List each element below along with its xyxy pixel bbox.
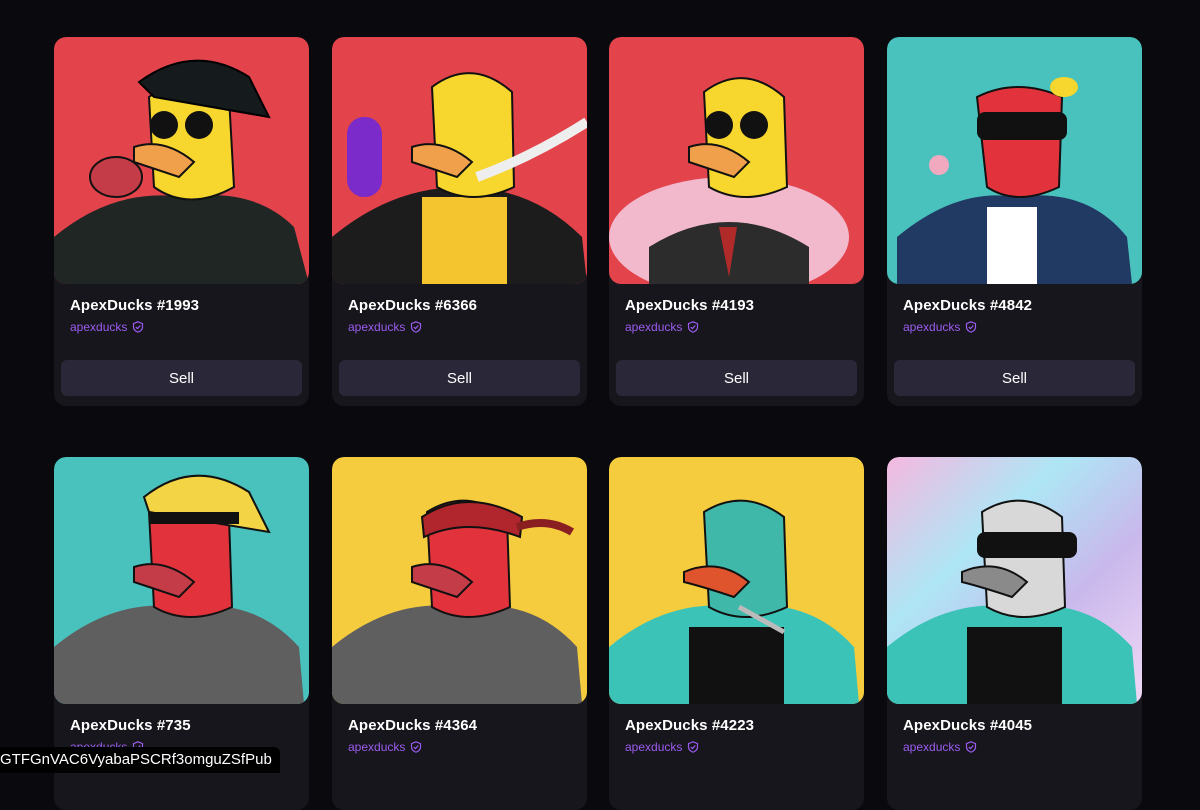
creator-name[interactable]: apexducks bbox=[348, 740, 405, 754]
nft-title[interactable]: ApexDucks #4045 bbox=[903, 717, 1032, 734]
sell-button[interactable]: Sell bbox=[61, 360, 302, 396]
creator-name[interactable]: apexducks bbox=[625, 320, 682, 334]
nft-card[interactable]: ApexDucks #4193 apexducks Sell bbox=[609, 37, 864, 406]
nft-image[interactable] bbox=[887, 457, 1142, 704]
creator-name[interactable]: apexducks bbox=[70, 320, 127, 334]
creator-link[interactable]: apexducks bbox=[625, 740, 699, 754]
creator-name[interactable]: apexducks bbox=[348, 320, 405, 334]
sell-button[interactable]: Sell bbox=[616, 360, 857, 396]
verified-badge-icon bbox=[688, 741, 699, 753]
nft-title[interactable]: ApexDucks #735 bbox=[70, 717, 191, 734]
creator-name[interactable]: apexducks bbox=[625, 740, 682, 754]
nft-image[interactable] bbox=[887, 37, 1142, 284]
verified-badge-icon bbox=[133, 321, 144, 333]
nft-image[interactable] bbox=[332, 37, 587, 284]
address-tooltip: GTFGnVAC6VyabaPSCRf3omguZSfPub bbox=[0, 747, 280, 773]
nft-card[interactable]: ApexDucks #4223 apexducks bbox=[609, 457, 864, 810]
verified-badge-icon bbox=[966, 741, 977, 753]
verified-badge-icon bbox=[411, 741, 422, 753]
nft-title[interactable]: ApexDucks #4364 bbox=[348, 717, 477, 734]
nft-card[interactable]: ApexDucks #6366 apexducks Sell bbox=[332, 37, 587, 406]
nft-image[interactable] bbox=[609, 37, 864, 284]
nft-image[interactable] bbox=[54, 37, 309, 284]
nft-image[interactable] bbox=[332, 457, 587, 704]
nft-card[interactable]: ApexDucks #4364 apexducks bbox=[332, 457, 587, 810]
nft-image[interactable] bbox=[54, 457, 309, 704]
nft-card[interactable]: ApexDucks #4045 apexducks bbox=[887, 457, 1142, 810]
creator-name[interactable]: apexducks bbox=[903, 740, 960, 754]
verified-badge-icon bbox=[966, 321, 977, 333]
creator-link[interactable]: apexducks bbox=[348, 320, 422, 334]
nft-card[interactable]: ApexDucks #4842 apexducks Sell bbox=[887, 37, 1142, 406]
creator-name[interactable]: apexducks bbox=[903, 320, 960, 334]
creator-link[interactable]: apexducks bbox=[903, 740, 977, 754]
nft-title[interactable]: ApexDucks #1993 bbox=[70, 297, 199, 314]
verified-badge-icon bbox=[411, 321, 422, 333]
nft-title[interactable]: ApexDucks #4193 bbox=[625, 297, 754, 314]
verified-badge-icon bbox=[688, 321, 699, 333]
nft-image[interactable] bbox=[609, 457, 864, 704]
creator-link[interactable]: apexducks bbox=[70, 320, 144, 334]
nft-title[interactable]: ApexDucks #4842 bbox=[903, 297, 1032, 314]
nft-title[interactable]: ApexDucks #6366 bbox=[348, 297, 477, 314]
nft-title[interactable]: ApexDucks #4223 bbox=[625, 717, 754, 734]
sell-button[interactable]: Sell bbox=[339, 360, 580, 396]
sell-button[interactable]: Sell bbox=[894, 360, 1135, 396]
creator-link[interactable]: apexducks bbox=[903, 320, 977, 334]
creator-link[interactable]: apexducks bbox=[625, 320, 699, 334]
creator-link[interactable]: apexducks bbox=[348, 740, 422, 754]
nft-card[interactable]: ApexDucks #1993 apexducks Sell bbox=[54, 37, 309, 406]
